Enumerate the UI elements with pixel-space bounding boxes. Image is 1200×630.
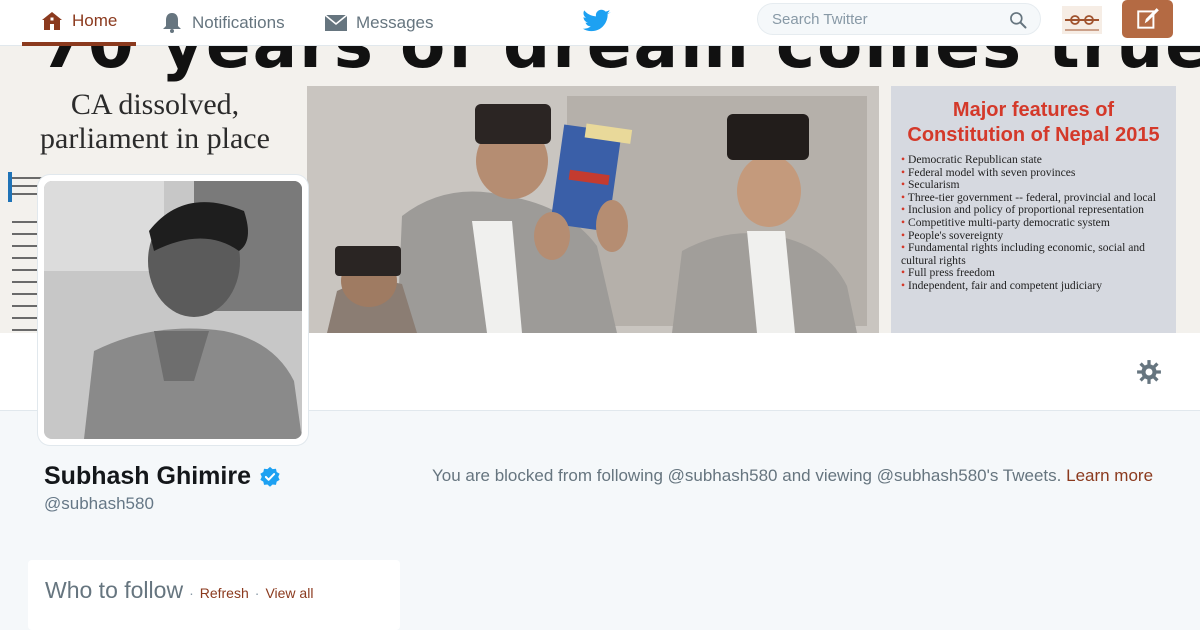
separator-dot: ·	[189, 585, 194, 601]
nav-home-label: Home	[72, 11, 118, 30]
blocked-notice: You are blocked from following @subhash5…	[432, 464, 1167, 488]
top-nav: Home Notifications Messages	[0, 0, 1200, 46]
gear-icon[interactable]	[1136, 359, 1162, 385]
home-icon	[42, 12, 62, 30]
profile-avatar-illustration	[44, 181, 302, 439]
nav-messages-label: Messages	[356, 13, 434, 32]
bell-icon	[163, 13, 181, 33]
banner-photo	[307, 86, 879, 333]
blocked-message: You are blocked from following @subhash5…	[432, 466, 1062, 485]
search-box[interactable]	[757, 3, 1041, 35]
nav-messages[interactable]: Messages	[324, 0, 433, 46]
who-to-follow-title: Who to follow	[45, 577, 184, 603]
banner-left-title: CA dissolved, parliament in place	[40, 88, 270, 155]
verified-badge-icon	[260, 466, 280, 487]
banner-feature-item: Fundamental rights including economic, s…	[901, 241, 1166, 267]
profile-avatar-image	[44, 181, 302, 439]
banner-feature-item: Competitive multi-party democratic syste…	[901, 216, 1166, 230]
compose-tweet-button[interactable]	[1122, 0, 1173, 38]
who-to-follow-header: Who to follow · Refresh · View all	[45, 577, 313, 604]
profile-handle: @subhash580	[44, 494, 154, 513]
profile-name-text: Subhash Ghimire	[44, 462, 251, 490]
who-to-follow-card: Who to follow · Refresh · View all	[28, 560, 400, 630]
compose-icon	[1136, 8, 1159, 29]
banner-feature-item: Democratic Republican state	[901, 153, 1166, 167]
search-input[interactable]	[758, 4, 998, 34]
banner-feature-item: Secularism	[901, 179, 1166, 192]
profile-name: Subhash Ghimire	[44, 462, 281, 491]
nav-notifications-label: Notifications	[192, 13, 285, 32]
banner-box-title: Major features of Constitution of Nepal …	[907, 99, 1160, 146]
nav-home[interactable]: Home	[22, 0, 136, 46]
envelope-icon	[324, 14, 348, 31]
refresh-link[interactable]: Refresh	[200, 585, 249, 601]
twitter-bird-icon[interactable]	[582, 6, 612, 36]
nav-notifications[interactable]: Notifications	[160, 0, 285, 46]
banner-features-list: Democratic Republican state Federal mode…	[901, 153, 1166, 293]
search-icon[interactable]	[1008, 10, 1028, 30]
banner-photo-illustration	[307, 86, 879, 333]
account-avatar-icon[interactable]	[1062, 6, 1102, 34]
profile-avatar[interactable]	[38, 175, 308, 445]
banner-feature-item: Independent, fair and competent judiciar…	[901, 279, 1166, 293]
banner-features-box: Major features of Constitution of Nepal …	[891, 86, 1176, 333]
banner-headline: 70 years of dream comes true	[40, 46, 1200, 83]
view-all-link[interactable]: View all	[265, 585, 313, 601]
separator-dot: ·	[254, 585, 260, 601]
learn-more-link[interactable]: Learn more	[1066, 466, 1153, 485]
